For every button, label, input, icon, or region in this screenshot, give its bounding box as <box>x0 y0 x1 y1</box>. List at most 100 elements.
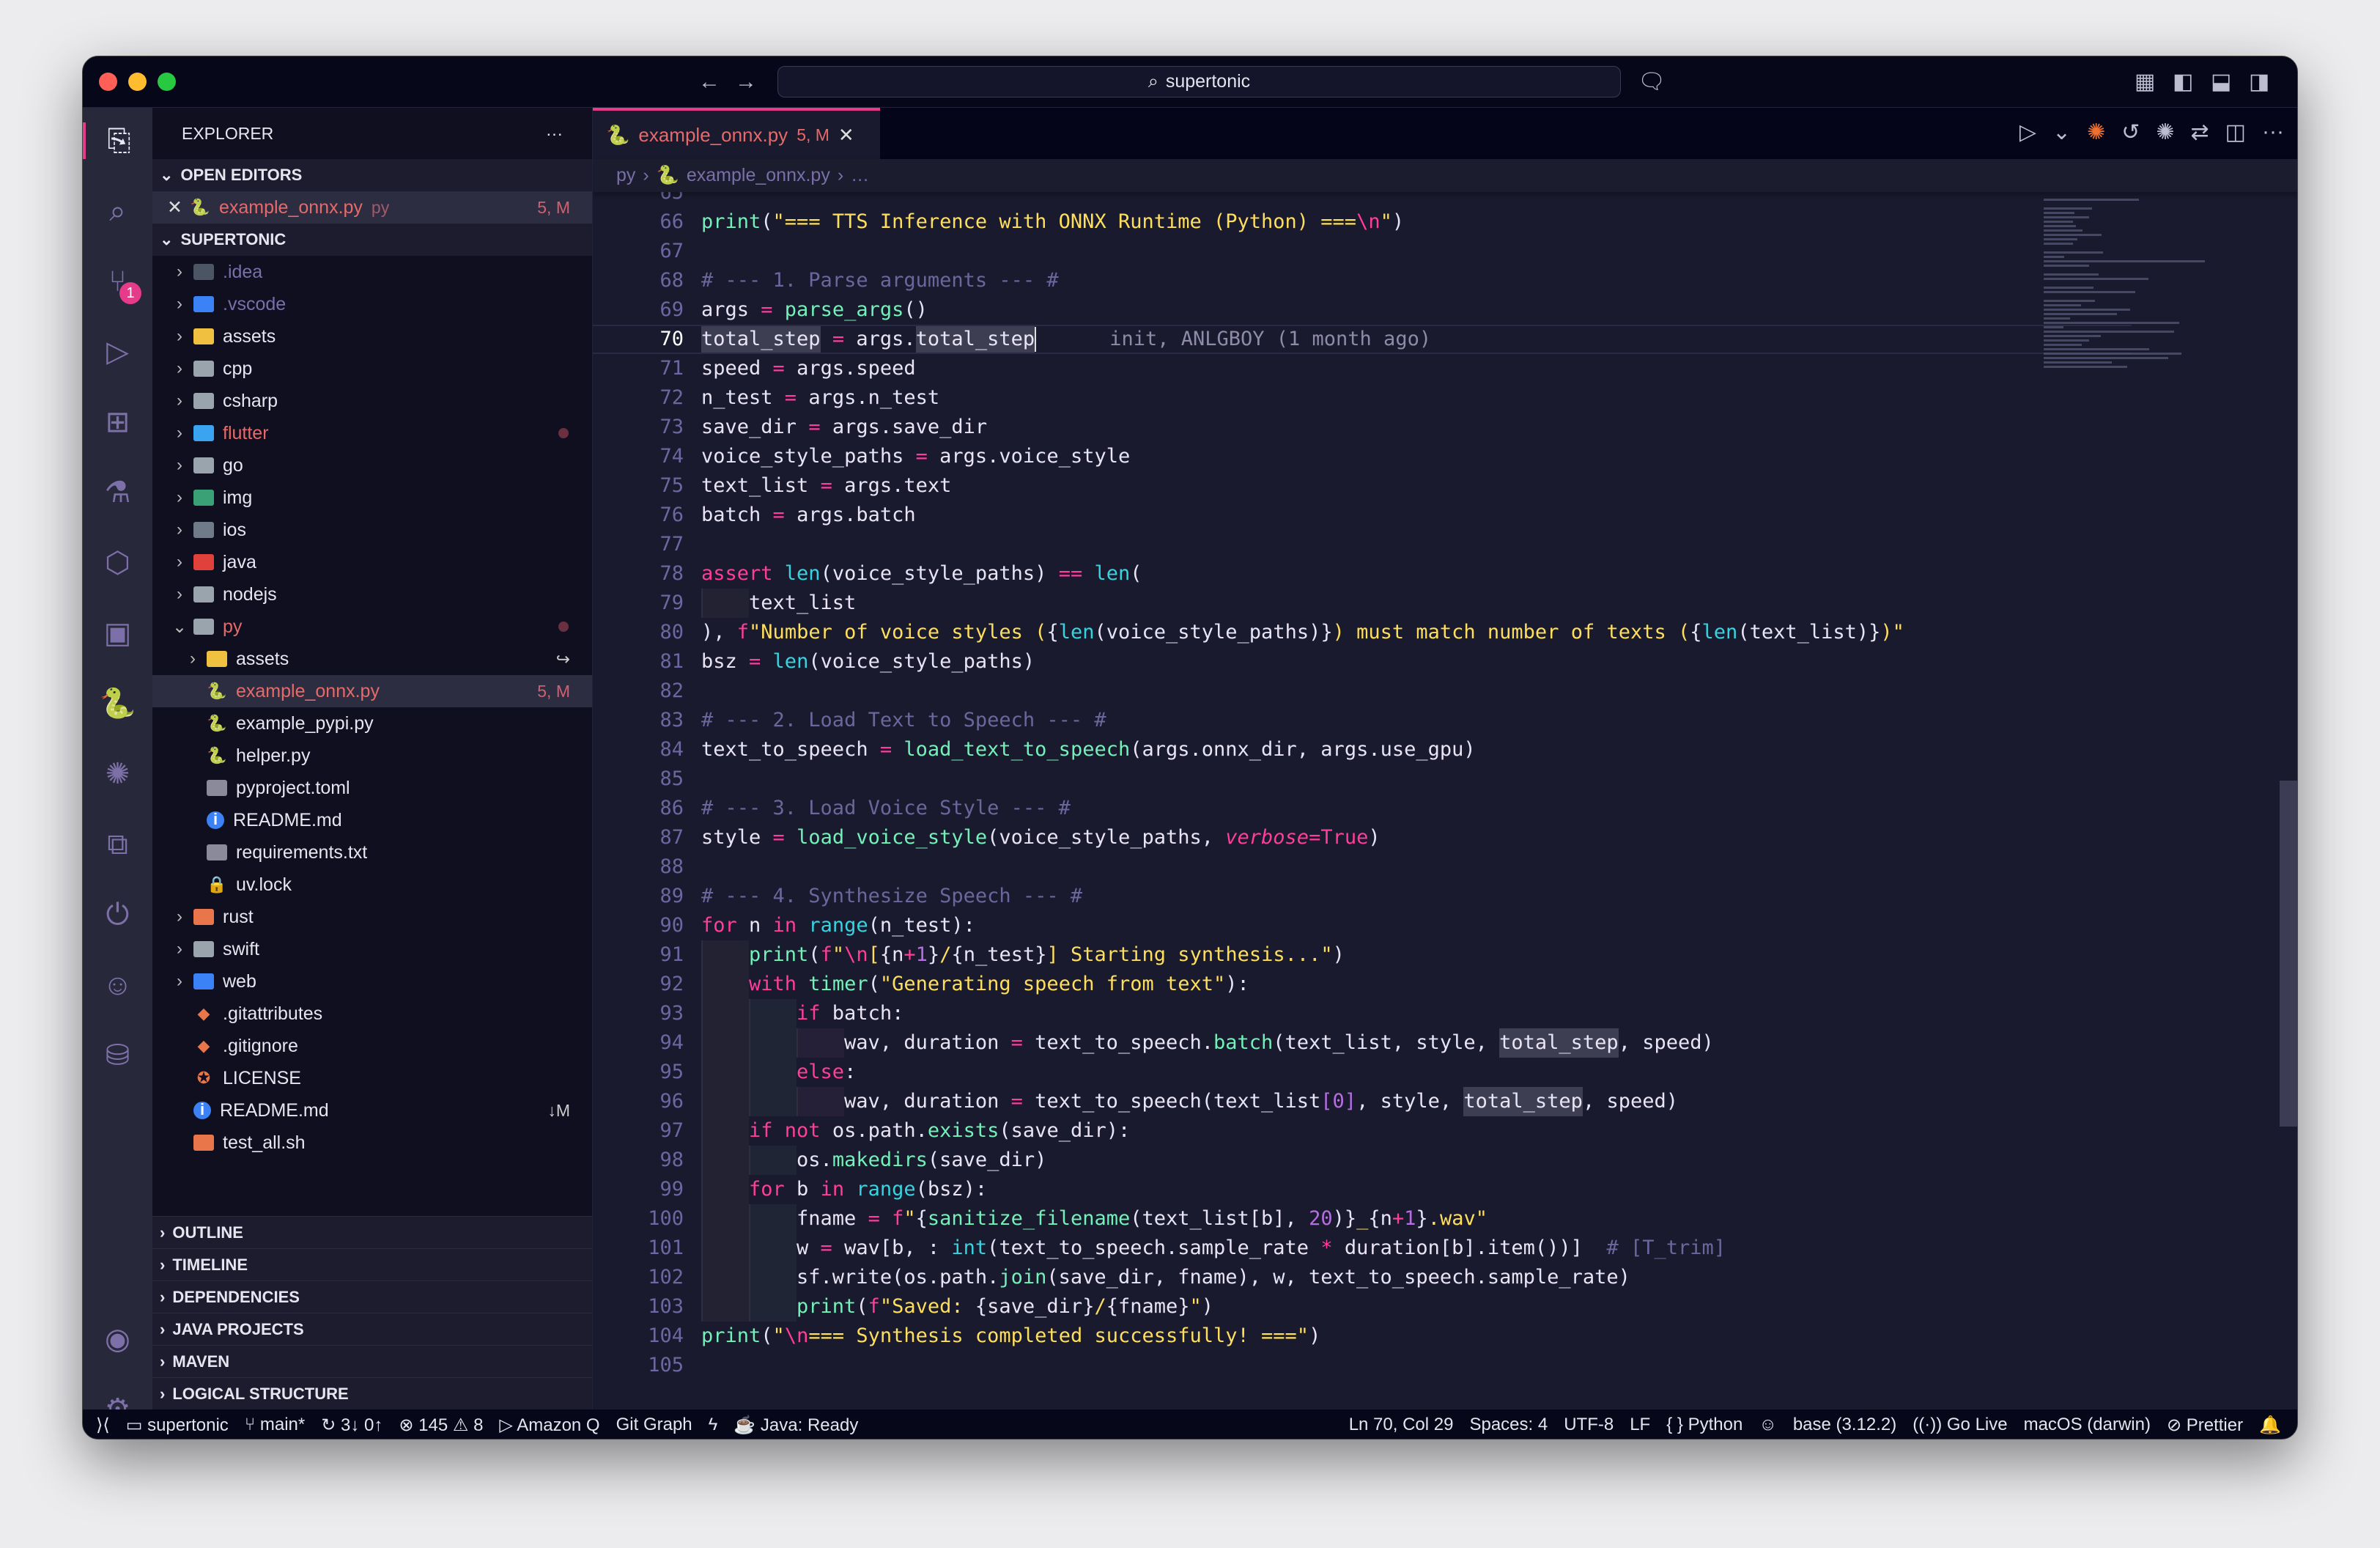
amazon-q[interactable]: ▷ Amazon Q <box>499 1415 599 1436</box>
python-interpreter[interactable]: base (3.12.2) <box>1793 1415 1896 1436</box>
tree-item[interactable]: 🐍example_onnx.py5, M <box>152 675 592 707</box>
vertical-scrollbar[interactable] <box>2280 192 2298 1409</box>
tree-item[interactable]: ›nodejs <box>152 578 592 611</box>
notifications-bell-icon[interactable]: 🔔 <box>2259 1415 2281 1436</box>
search-icon[interactable]: ⌕ <box>83 193 152 229</box>
tree-item[interactable]: ⌄py <box>152 611 592 643</box>
history-icon[interactable]: ↺ <box>2121 119 2140 145</box>
tree-item[interactable]: iREADME.md <box>152 804 592 836</box>
tree-item[interactable]: 🔒uv.lock <box>152 869 592 901</box>
testing-icon[interactable]: ⚗ <box>83 474 152 511</box>
source-control-icon[interactable]: ⑂1 <box>83 263 152 300</box>
tab-example-onnx[interactable]: 🐍 example_onnx.py 5, M ✕ <box>593 108 880 159</box>
tree-item[interactable]: ›rust <box>152 901 592 933</box>
tree-item[interactable]: ›java <box>152 546 592 578</box>
code-editor[interactable]: 6566print("=== TTS Inference with ONNX R… <box>593 178 2132 1380</box>
scrollbar-thumb[interactable] <box>2280 781 2298 1127</box>
panel-logical-structure[interactable]: ›LOGICAL STRUCTURE <box>152 1377 592 1409</box>
close-icon[interactable]: ✕ <box>167 196 182 218</box>
python-icon[interactable]: 🐍 <box>83 685 152 722</box>
run-icon[interactable]: ▷ <box>2019 119 2036 145</box>
tree-item[interactable]: ›ios <box>152 514 592 546</box>
back-arrow-icon[interactable]: ← <box>698 68 720 96</box>
power-icon[interactable]: ⏻ <box>83 896 152 933</box>
panel-dependencies[interactable]: ›DEPENDENCIES <box>152 1280 592 1313</box>
open-editors-header[interactable]: ⌄OPEN EDITORS <box>152 159 592 191</box>
lightning-icon[interactable]: ϟ <box>709 1415 718 1436</box>
tree-item[interactable]: ›img <box>152 482 592 514</box>
command-center-search[interactable]: ⌕supertonic <box>777 66 1621 97</box>
tree-item[interactable]: ›.idea <box>152 256 592 288</box>
git-sync[interactable]: ↻ 3↓ 0↑ <box>321 1415 382 1436</box>
tree-item[interactable]: ›cpp <box>152 353 592 385</box>
zoom-window-button[interactable] <box>158 73 176 91</box>
workspace-root-header[interactable]: ⌄SUPERTONIC <box>152 224 592 256</box>
spark-icon[interactable]: ✺ <box>2087 119 2105 145</box>
openai-icon[interactable]: ✺ <box>83 756 152 792</box>
toggle-panel-icon[interactable]: ⬓ <box>2211 68 2231 96</box>
tree-item[interactable]: ›swift <box>152 933 592 965</box>
tree-item[interactable]: ›assets <box>152 320 592 353</box>
copilot-icon[interactable]: ☺ <box>1759 1415 1777 1436</box>
compare-icon[interactable]: ⇄ <box>2191 119 2209 145</box>
more-actions-icon[interactable]: ··· <box>546 124 563 144</box>
tree-item[interactable]: 🐍helper.py <box>152 740 592 772</box>
tree-item[interactable]: iREADME.md↓M <box>152 1094 592 1127</box>
go-live[interactable]: ((·)) Go Live <box>1912 1415 2007 1436</box>
panel-java-projects[interactable]: ›JAVA PROJECTS <box>152 1313 592 1345</box>
tree-item[interactable]: ◆.gitattributes <box>152 998 592 1030</box>
tree-item[interactable]: 🐍example_pypi.py <box>152 707 592 740</box>
close-window-button[interactable] <box>99 73 117 91</box>
customize-layout-icon[interactable]: ▦ <box>2135 68 2155 96</box>
language-mode[interactable]: { } Python <box>1666 1415 1742 1436</box>
tree-item[interactable]: ◆.gitignore <box>152 1030 592 1062</box>
remote-explorer-icon[interactable]: ⧉ <box>83 826 152 863</box>
os-platform[interactable]: macOS (darwin) <box>2024 1415 2151 1436</box>
extensions-icon[interactable]: ⊞ <box>83 404 152 441</box>
tree-item[interactable]: test_all.sh <box>152 1127 592 1159</box>
minimap[interactable] <box>2044 192 2212 500</box>
close-tab-icon[interactable]: ✕ <box>838 124 854 147</box>
explorer-icon[interactable]: ⎘ <box>83 122 152 159</box>
tree-item[interactable]: ›go <box>152 449 592 482</box>
encoding[interactable]: UTF-8 <box>1564 1415 1614 1436</box>
split-editor-icon[interactable]: ◫ <box>2225 119 2246 145</box>
openai-icon[interactable]: ✺ <box>2156 119 2174 145</box>
breadcrumb-folder[interactable]: py <box>616 165 635 186</box>
breadcrumb-file[interactable]: example_onnx.py <box>687 165 830 186</box>
tree-item[interactable]: ✪LICENSE <box>152 1062 592 1094</box>
git-graph[interactable]: Git Graph <box>616 1415 692 1436</box>
tree-item[interactable]: ›web <box>152 965 592 998</box>
tree-item[interactable]: ›assets↪ <box>152 643 592 675</box>
hex-extension-icon[interactable]: ⬡ <box>83 545 152 581</box>
problems-count[interactable]: ⊗ 145 ⚠ 8 <box>399 1415 483 1436</box>
copilot-chat-icon[interactable]: 🗨 <box>1638 68 1666 96</box>
toggle-sidebar-icon[interactable]: ◧ <box>2173 68 2193 96</box>
line-ending[interactable]: LF <box>1630 1415 1650 1436</box>
indentation[interactable]: Spaces: 4 <box>1469 1415 1548 1436</box>
open-editor-item[interactable]: ✕ 🐍 example_onnx.py py 5, M <box>152 191 592 224</box>
tree-item[interactable]: ›flutter <box>152 417 592 449</box>
panel-timeline[interactable]: ›TIMELINE <box>152 1248 592 1280</box>
panel-maven[interactable]: ›MAVEN <box>152 1345 592 1377</box>
account-icon[interactable]: ◉ <box>83 1321 152 1357</box>
git-branch[interactable]: ⑂ main* <box>245 1415 305 1436</box>
run-debug-icon[interactable]: ▷ <box>83 333 152 370</box>
container-icon[interactable]: ▣ <box>83 615 152 652</box>
database-icon[interactable]: ⛁ <box>83 1037 152 1074</box>
workspace-name[interactable]: ▭ supertonic <box>126 1415 229 1436</box>
tree-item[interactable]: pyproject.toml <box>152 772 592 804</box>
tree-item[interactable]: requirements.txt <box>152 836 592 869</box>
breadcrumb-symbol[interactable]: … <box>851 165 869 186</box>
copilot-icon[interactable]: ☺ <box>83 967 152 1003</box>
cursor-position[interactable]: Ln 70, Col 29 <box>1349 1415 1454 1436</box>
prettier[interactable]: ⊘ Prettier <box>2167 1415 2243 1436</box>
toggle-secondary-sidebar-icon[interactable]: ◨ <box>2249 68 2269 96</box>
tree-item[interactable]: ›csharp <box>152 385 592 417</box>
tree-item[interactable]: ›.vscode <box>152 288 592 320</box>
more-actions-icon[interactable]: ··· <box>2262 119 2284 145</box>
minimize-window-button[interactable] <box>128 73 147 91</box>
run-dropdown-icon[interactable]: ⌄ <box>2052 119 2071 145</box>
forward-arrow-icon[interactable]: → <box>735 68 757 96</box>
java-status[interactable]: ☕ Java: Ready <box>733 1415 858 1436</box>
